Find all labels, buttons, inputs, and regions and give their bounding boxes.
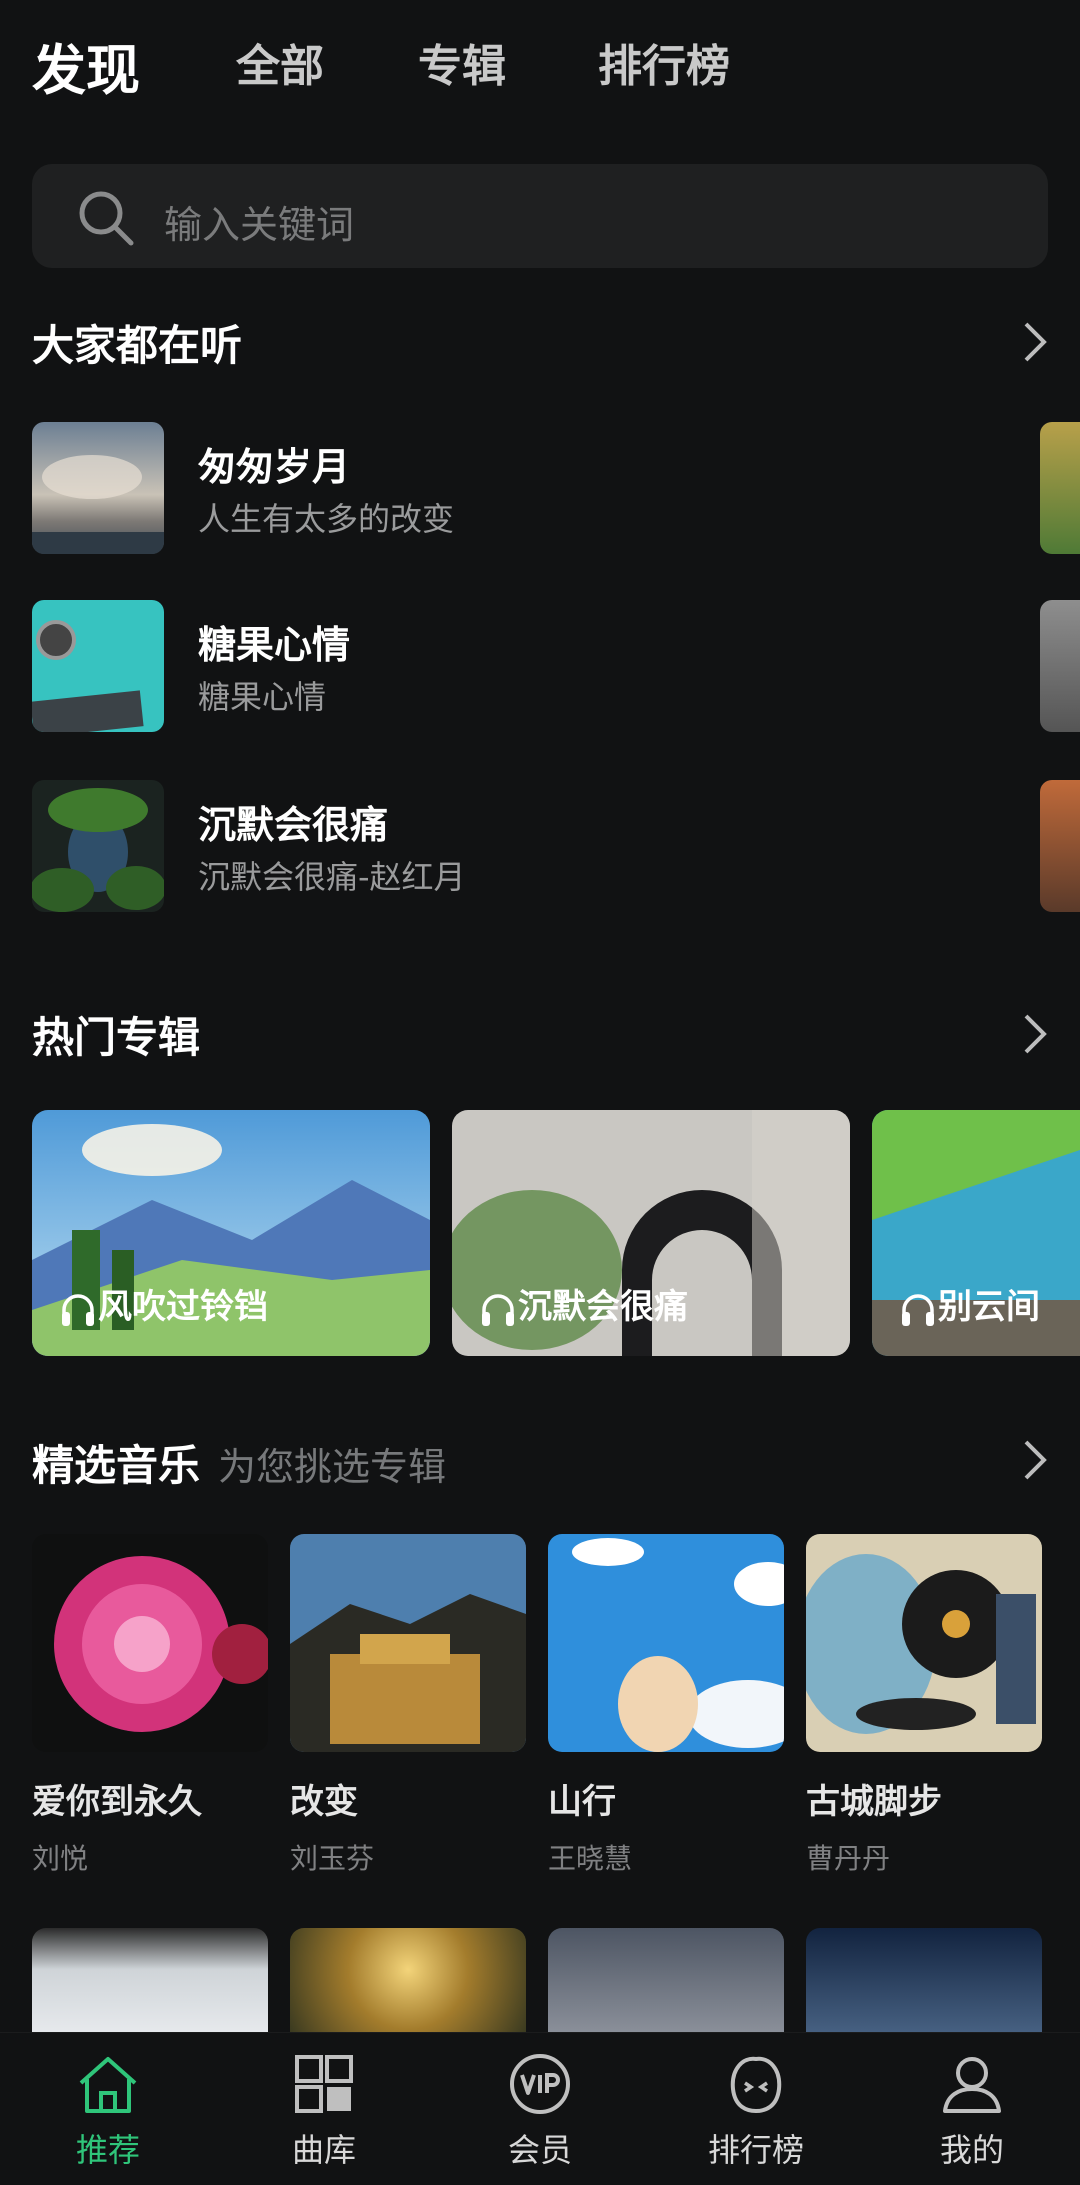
tab-all[interactable]: 全部 (236, 30, 324, 94)
bottom-nav-bar: 推荐 曲库 会员 排行榜 我的 (0, 2032, 1080, 2185)
nav-label: 排行榜 (707, 2131, 804, 2169)
popular-section-title: 大家都在听 (32, 321, 243, 370)
music-card[interactable]: 山行 王晓慧 (548, 1534, 784, 1877)
song-cover (32, 780, 164, 912)
top-tab-bar: 发现 全部 专辑 排行榜 (0, 0, 1080, 130)
music-cover[interactable] (32, 1928, 268, 2032)
music-cover (806, 1534, 1042, 1752)
headphones-icon (902, 1294, 934, 1326)
tab-rankings[interactable]: 排行榜 (598, 30, 730, 94)
nav-label: 推荐 (75, 2131, 140, 2169)
music-cover (32, 1534, 268, 1752)
music-cover[interactable] (548, 1928, 784, 2032)
featured-section-subtitle: 为您挑选专辑 (218, 1445, 447, 1489)
home-icon (79, 2057, 137, 2113)
headphones-icon (62, 1294, 94, 1326)
nav-label: 曲库 (291, 2131, 356, 2169)
song-row[interactable]: 糖果心情 糖果心情 (32, 600, 1032, 732)
music-artist: 刘悦 (32, 1842, 89, 1875)
album-title: 风吹过铃铛 (98, 1287, 268, 1327)
song-cover (32, 600, 164, 732)
chevron-right-icon[interactable] (1018, 1010, 1052, 1058)
song-title: 糖果心情 (198, 623, 351, 667)
song-row[interactable]: 匆匆岁月 人生有太多的改变 (32, 422, 1032, 554)
next-song-cover-peek (1040, 422, 1080, 554)
music-title: 改变 (290, 1782, 358, 1822)
album-card[interactable]: 别云间 (872, 1110, 1080, 1356)
music-card[interactable]: 爱你到永久 刘悦 (32, 1534, 268, 1877)
song-row[interactable]: 沉默会很痛 沉默会很痛-赵红月 (32, 780, 1032, 912)
song-subtitle: 糖果心情 (198, 678, 327, 716)
rankings-face-icon (730, 2056, 782, 2114)
music-title: 古城脚步 (806, 1782, 942, 1822)
music-cover[interactable] (806, 1928, 1042, 2032)
nav-library[interactable]: 曲库 (244, 2049, 404, 2171)
music-cover (290, 1534, 526, 1752)
vip-icon (510, 2054, 570, 2114)
song-title: 沉默会很痛 (198, 803, 389, 847)
next-song-cover-peek (1040, 780, 1080, 912)
album-card[interactable]: 风吹过铃铛 (32, 1110, 430, 1356)
music-artist: 曹丹丹 (806, 1842, 891, 1875)
grid-icon (295, 2055, 353, 2113)
music-artist: 刘玉芬 (290, 1842, 375, 1875)
nav-recommend[interactable]: 推荐 (28, 2049, 188, 2171)
tab-discover[interactable]: 发现 (32, 26, 140, 105)
user-icon (943, 2057, 1001, 2113)
album-title: 别云间 (938, 1287, 1040, 1327)
music-cover (548, 1534, 784, 1752)
music-cover[interactable] (290, 1928, 526, 2032)
search-input[interactable]: 输入关键词 (164, 194, 354, 249)
song-subtitle: 沉默会很痛-赵红月 (198, 858, 466, 896)
music-artist: 王晓慧 (548, 1842, 633, 1875)
music-title: 山行 (548, 1782, 616, 1822)
hot-albums-section-title: 热门专辑 (32, 1013, 201, 1062)
chevron-right-icon[interactable] (1018, 318, 1052, 366)
album-card[interactable]: 沉默会很痛 (452, 1110, 850, 1356)
chevron-right-icon[interactable] (1018, 1436, 1052, 1484)
nav-rankings[interactable]: 排行榜 (676, 2049, 836, 2171)
music-card[interactable]: 古城脚步 曹丹丹 (806, 1534, 1042, 1877)
nav-vip[interactable]: 会员 (460, 2049, 620, 2171)
nav-label: 我的 (939, 2131, 1004, 2169)
song-subtitle: 人生有太多的改变 (198, 500, 455, 538)
headphones-icon (482, 1294, 514, 1326)
nav-label: 会员 (507, 2131, 572, 2169)
album-title: 沉默会很痛 (518, 1287, 688, 1327)
song-title: 匆匆岁月 (198, 445, 351, 489)
nav-mine[interactable]: 我的 (892, 2049, 1052, 2171)
music-card[interactable]: 改变 刘玉芬 (290, 1534, 526, 1877)
music-title: 爱你到永久 (32, 1782, 202, 1822)
tab-albums[interactable]: 专辑 (418, 30, 506, 94)
song-cover (32, 422, 164, 554)
search-bar[interactable]: 输入关键词 (32, 164, 1048, 268)
search-icon (79, 191, 134, 246)
featured-section-title: 精选音乐 (32, 1441, 201, 1490)
next-song-cover-peek (1040, 600, 1080, 732)
